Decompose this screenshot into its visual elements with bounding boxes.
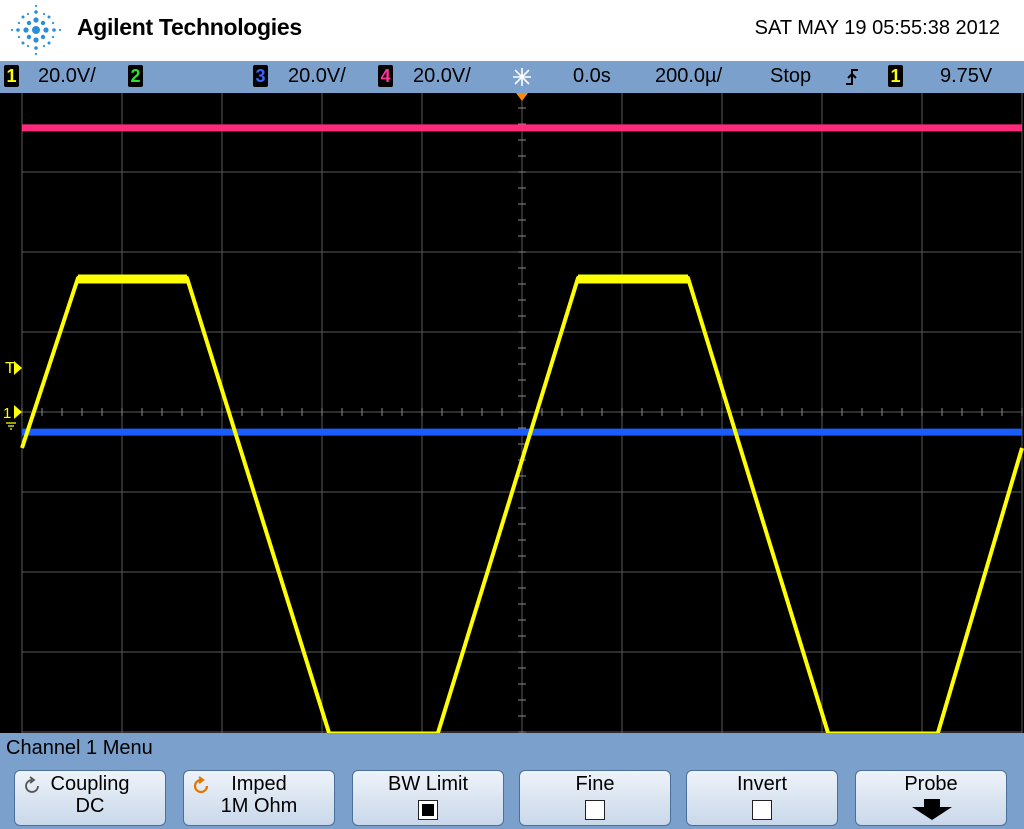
graticule: T1 — [3, 93, 1024, 733]
bw-limit-label: BW Limit — [388, 773, 468, 795]
brand-name: Agilent Technologies — [77, 14, 302, 40]
trigger-position-icon — [513, 68, 531, 86]
imped-label: Imped — [231, 773, 287, 795]
waveform-display[interactable]: T1 — [0, 93, 1024, 733]
ch3-scale: 20.0V/ — [288, 65, 346, 87]
ch1-ground-marker — [14, 405, 22, 419]
timebase-readout: 200.0µ/ — [655, 65, 723, 87]
bw-limit-softkey[interactable]: BW Limit — [352, 770, 504, 826]
invert-label: Invert — [736, 773, 788, 795]
ch4-scale: 20.0V/ — [413, 65, 471, 87]
ch4-badge[interactable]: 4 — [378, 65, 393, 87]
coupling-label: Coupling — [50, 773, 130, 795]
probe-label: Probe — [904, 773, 958, 795]
trigger-position-marker — [516, 93, 528, 101]
header-bar: Agilent Technologies SAT MAY 19 05:55:38… — [0, 0, 1024, 61]
ch1-scale: 20.0V/ — [38, 65, 96, 87]
run-state: Stop — [770, 65, 812, 87]
ch2-badge[interactable]: 2 — [128, 65, 143, 87]
trigger-level-marker — [14, 361, 22, 375]
ch1-ground-label: 1 — [3, 405, 11, 422]
coupling-softkey[interactable]: Coupling DC — [14, 770, 166, 826]
softkey-menu: Channel 1 Menu Coupling DC Imped 1M Ohm … — [0, 733, 1024, 829]
trigger-level-readout: 9.75V — [940, 65, 993, 87]
ground-symbol-icon — [6, 422, 16, 430]
imped-value: 1M Ohm — [220, 795, 298, 817]
ch1-badge[interactable]: 1 — [4, 65, 19, 87]
trigger-level-label: T — [5, 360, 15, 377]
delay-readout: 0.0s — [573, 65, 611, 87]
rising-edge-icon — [846, 69, 858, 85]
ch3-badge[interactable]: 3 — [253, 65, 268, 87]
coupling-value: DC — [75, 795, 105, 817]
imped-softkey[interactable]: Imped 1M Ohm — [183, 770, 335, 826]
fine-checkbox[interactable] — [585, 800, 605, 820]
date-time-readout: SAT MAY 19 05:55:38 2012 — [754, 17, 1000, 39]
probe-softkey[interactable]: Probe — [855, 770, 1007, 826]
trigger-source-badge: 1 — [888, 65, 903, 87]
bw-limit-checkbox[interactable] — [418, 800, 438, 820]
agilent-spark-logo-icon — [10, 4, 62, 56]
fine-softkey[interactable]: Fine — [519, 770, 671, 826]
invert-softkey[interactable]: Invert — [686, 770, 838, 826]
menu-title: Channel 1 Menu — [6, 737, 153, 759]
fine-label: Fine — [575, 773, 615, 795]
invert-checkbox[interactable] — [752, 800, 772, 820]
arrow-down-icon — [912, 799, 952, 820]
